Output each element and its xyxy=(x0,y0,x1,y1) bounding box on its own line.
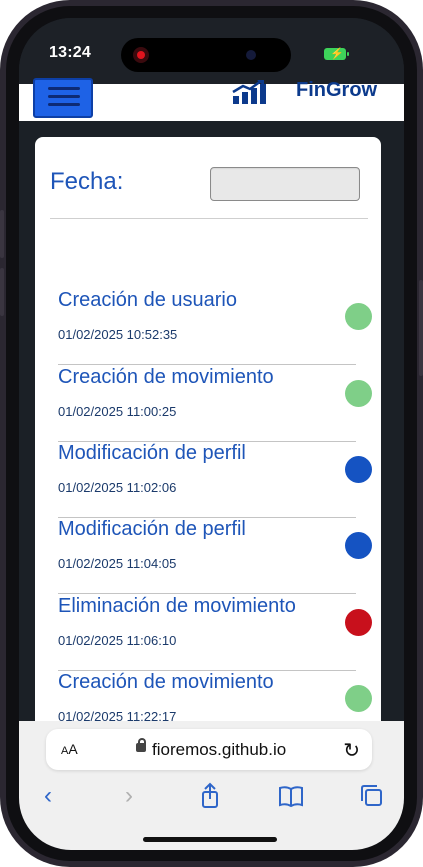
growth-chart-icon xyxy=(232,80,266,104)
browser-toolbar: ‹ › xyxy=(19,781,404,817)
main-content: Fecha: Creación de usuario 01/02/2025 10… xyxy=(19,121,404,737)
address-bar[interactable]: AA fioremos.github.io ↻ xyxy=(46,729,372,770)
activity-datetime: 01/02/2025 11:04:05 xyxy=(58,556,177,571)
share-icon[interactable] xyxy=(195,781,225,811)
status-dot-icon xyxy=(345,456,372,483)
status-dot-icon xyxy=(345,303,372,330)
hamburger-bar-icon xyxy=(48,103,80,106)
activity-title: Creación de usuario xyxy=(58,289,237,311)
status-dot-icon xyxy=(345,380,372,407)
status-dot-icon xyxy=(345,609,372,636)
reload-icon[interactable]: ↻ xyxy=(343,738,360,763)
volume-down-button xyxy=(0,268,4,316)
activity-title: Creación de movimiento xyxy=(58,671,274,693)
activity-title: Eliminación de movimiento xyxy=(58,595,296,617)
activity-item[interactable]: Modificación de perfil 01/02/2025 11:02:… xyxy=(58,442,372,518)
text-size-button[interactable]: AA xyxy=(61,741,78,757)
volume-up-button xyxy=(0,210,4,258)
safari-bottom-bar: AA fioremos.github.io ↻ ‹ › xyxy=(19,721,404,850)
home-indicator xyxy=(143,837,277,842)
date-filter-label: Fecha: xyxy=(50,168,124,195)
activity-title: Modificación de perfil xyxy=(58,442,246,464)
tabs-icon[interactable] xyxy=(357,781,387,811)
url-text: fioremos.github.io xyxy=(152,740,287,759)
activity-item[interactable]: Eliminación de movimiento 01/02/2025 11:… xyxy=(58,595,372,671)
app-header: FinGrow xyxy=(19,78,404,121)
charging-bolt-icon: ⚡ xyxy=(330,48,344,60)
activity-title: Creación de movimiento xyxy=(58,366,274,388)
battery-icon: ⚡ xyxy=(324,48,349,60)
bookmarks-icon[interactable] xyxy=(276,781,306,811)
camera-lens-icon xyxy=(246,50,256,60)
recording-indicator-icon xyxy=(133,47,149,63)
status-bar: 13:24 ⚡ xyxy=(19,18,404,84)
divider xyxy=(50,218,368,219)
activity-datetime: 01/02/2025 11:00:25 xyxy=(58,404,177,419)
activity-datetime: 01/02/2025 11:06:10 xyxy=(58,633,177,648)
activity-item[interactable]: Creación de movimiento 01/02/2025 11:00:… xyxy=(58,366,372,442)
dynamic-island xyxy=(121,38,291,72)
activity-item[interactable]: Creación de usuario 01/02/2025 10:52:35 xyxy=(58,289,372,365)
power-button xyxy=(419,280,423,376)
brand-logo: FinGrow xyxy=(296,79,378,101)
forward-icon[interactable]: › xyxy=(114,781,144,811)
hamburger-bar-icon xyxy=(48,95,80,98)
hamburger-bar-icon xyxy=(48,87,80,90)
date-filter-input[interactable] xyxy=(210,167,360,201)
phone-screen: 13:24 ⚡ FinGrow Fecha: Creación de usuar… xyxy=(19,18,404,850)
activity-card: Fecha: Creación de usuario 01/02/2025 10… xyxy=(35,137,381,737)
lock-icon xyxy=(136,738,146,752)
activity-datetime: 01/02/2025 11:02:06 xyxy=(58,480,177,495)
status-dot-icon xyxy=(345,685,372,712)
menu-button[interactable] xyxy=(33,78,93,118)
back-icon[interactable]: ‹ xyxy=(33,781,63,811)
status-time: 13:24 xyxy=(49,44,91,61)
activity-title: Modificación de perfil xyxy=(58,518,246,540)
activity-datetime: 01/02/2025 10:52:35 xyxy=(58,327,178,342)
status-dot-icon xyxy=(345,532,372,559)
activity-item[interactable]: Modificación de perfil 01/02/2025 11:04:… xyxy=(58,518,372,594)
